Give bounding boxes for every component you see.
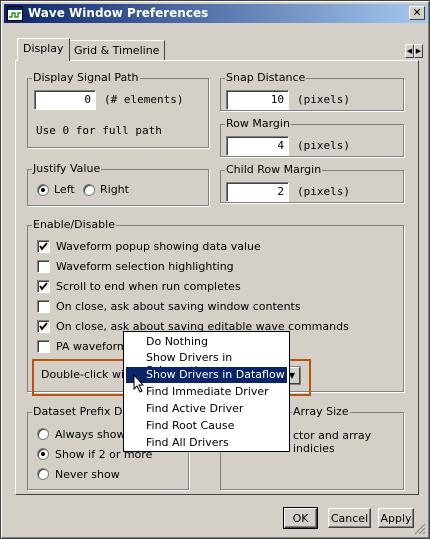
waveform-popup-label: Waveform popup showing data value xyxy=(56,240,261,253)
tab-grid-timeline[interactable]: Grid & Timeline xyxy=(68,40,166,60)
row-margin-group: Row Margin 4 (pixels) xyxy=(220,117,404,157)
dropdown-option[interactable]: Find Active Driver xyxy=(126,401,287,417)
pa-waveform-checkbox[interactable] xyxy=(37,340,50,353)
justify-value-title: Justify Value xyxy=(32,162,102,175)
array-size-text: ctor and array indicies xyxy=(293,429,372,455)
close-button[interactable]: ✕ xyxy=(409,6,425,20)
title-bar[interactable]: Wave Window Preferences ✕ xyxy=(4,4,428,23)
snap-distance-group: Snap Distance 10 (pixels) xyxy=(220,71,404,111)
never-show-label: Never show xyxy=(55,468,120,481)
waveform-highlighting-label: Waveform selection highlighting xyxy=(56,260,234,273)
app-icon xyxy=(7,6,23,21)
save-wave-commands-checkbox[interactable] xyxy=(37,320,50,333)
signal-path-unit-label: (# elements) xyxy=(104,93,184,106)
waveform-highlighting-checkbox[interactable] xyxy=(37,260,50,273)
mouse-cursor-icon xyxy=(133,374,145,393)
row-margin-title: Row Margin xyxy=(225,117,291,130)
dropdown-option[interactable]: Find All Drivers xyxy=(126,435,287,451)
dropdown-option[interactable]: Show Drivers in Schematic xyxy=(126,350,287,377)
row-margin-field[interactable]: 4 xyxy=(226,136,289,156)
display-signal-path-group: Display Signal Path 0 (# elements) Use 0… xyxy=(27,71,209,148)
snap-distance-title: Snap Distance xyxy=(225,71,307,84)
save-window-contents-checkbox[interactable] xyxy=(37,300,50,313)
dropdown-option[interactable]: Find Immediate Driver xyxy=(126,384,287,400)
show-if-2-or-more-radio[interactable] xyxy=(37,448,49,460)
array-size-title: Array Size xyxy=(292,405,350,418)
window-title: Wave Window Preferences xyxy=(28,6,209,20)
cancel-button[interactable]: Cancel xyxy=(328,508,371,528)
tab-scroll-left-icon[interactable]: ◀ xyxy=(405,44,414,58)
justify-value-group: Justify Value Left Right xyxy=(27,162,209,206)
tab-scroll-arrows: ◀ ▶ xyxy=(405,44,423,58)
tab-grid-timeline-label: Grid & Timeline xyxy=(74,44,160,57)
child-row-margin-field[interactable]: 2 xyxy=(226,182,289,202)
resize-grip-icon[interactable] xyxy=(414,523,426,535)
snap-distance-field[interactable]: 10 xyxy=(226,90,289,110)
child-row-margin-title: Child Row Margin xyxy=(225,163,323,176)
checkmark-icon xyxy=(39,282,48,291)
scroll-to-end-checkbox[interactable] xyxy=(37,280,50,293)
always-show-label: Always show xyxy=(55,428,126,441)
double-click-dropdown-list: Do Nothing Show Drivers in Schematic Sho… xyxy=(123,331,290,452)
close-icon: ✕ xyxy=(412,6,422,19)
dropdown-option[interactable]: Do Nothing xyxy=(126,334,287,350)
tab-display-label: Display xyxy=(23,42,64,55)
justify-left-label: Left xyxy=(54,183,75,196)
child-row-margin-group: Child Row Margin 2 (pixels) xyxy=(220,163,404,203)
dropdown-option-selected[interactable]: Show Drivers in Dataflow xyxy=(126,367,287,383)
always-show-radio[interactable] xyxy=(37,428,49,440)
apply-button[interactable]: Apply xyxy=(378,508,414,528)
waveform-popup-checkbox[interactable] xyxy=(37,240,50,253)
scroll-to-end-label: Scroll to end when run completes xyxy=(56,280,241,293)
enable-disable-title: Enable/Disable xyxy=(32,218,116,231)
ok-button[interactable]: OK xyxy=(283,507,318,529)
row-margin-unit-label: (pixels) xyxy=(297,139,350,152)
snap-distance-unit-label: (pixels) xyxy=(297,93,350,106)
save-window-contents-label: On close, ask about saving window conten… xyxy=(56,300,301,313)
signal-path-elements-field[interactable]: 0 xyxy=(34,90,96,110)
tab-scroll-right-icon[interactable]: ▶ xyxy=(414,44,423,58)
display-signal-path-title: Display Signal Path xyxy=(32,71,140,84)
signal-path-hint: Use 0 for full path xyxy=(36,124,162,137)
tab-display[interactable]: Display xyxy=(17,38,70,61)
dropdown-option[interactable]: Find Root Cause xyxy=(126,418,287,434)
justify-left-radio[interactable] xyxy=(37,184,49,196)
never-show-radio[interactable] xyxy=(37,468,49,480)
preferences-window: Wave Window Preferences ✕ Display Grid &… xyxy=(0,0,430,539)
checkmark-icon xyxy=(39,242,48,251)
child-row-margin-unit-label: (pixels) xyxy=(297,185,350,198)
justify-right-label: Right xyxy=(100,183,129,196)
checkmark-icon xyxy=(39,322,48,331)
justify-right-radio[interactable] xyxy=(83,184,95,196)
